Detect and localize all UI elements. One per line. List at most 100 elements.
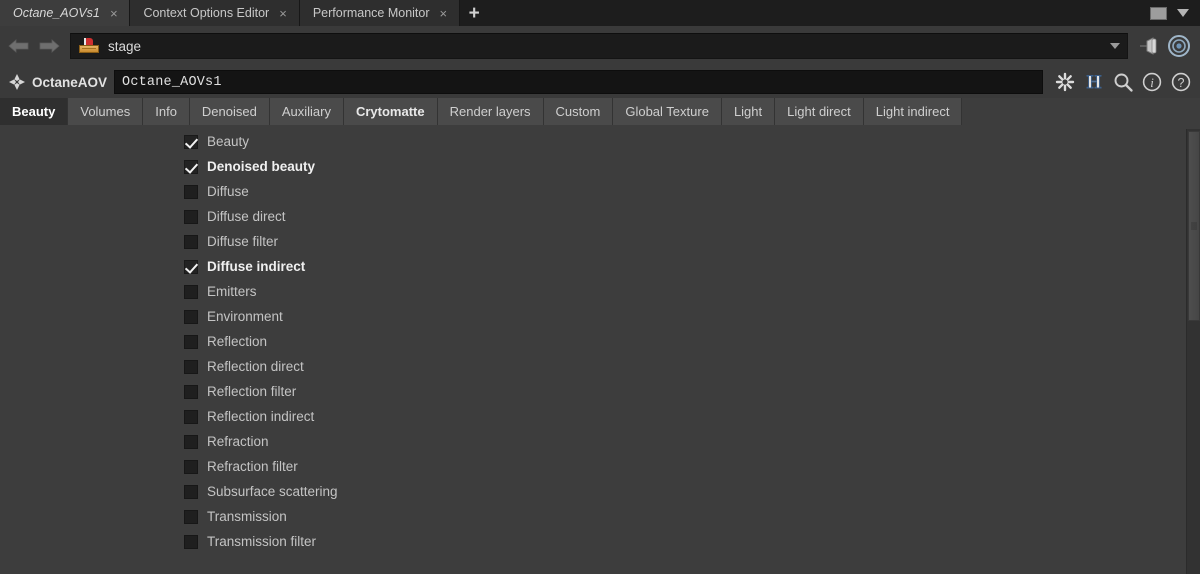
aov-label: Diffuse direct — [207, 209, 286, 224]
tab-global-texture[interactable]: Global Texture — [613, 98, 722, 125]
checkbox-denoised-beauty[interactable] — [184, 159, 198, 174]
aov-row[interactable]: Environment — [0, 304, 1200, 329]
window-tab-context-options-editor[interactable]: Context Options Editor × — [130, 0, 300, 26]
aov-label: Reflection indirect — [207, 409, 315, 424]
checkbox-transmission-filter[interactable] — [184, 534, 198, 549]
aov-row[interactable]: Diffuse — [0, 179, 1200, 204]
restore-window-icon[interactable] — [1150, 6, 1167, 20]
tab-label: Volumes — [80, 104, 131, 119]
checkbox-refraction[interactable] — [184, 434, 198, 449]
tab-label: Info — [155, 104, 177, 119]
chevron-down-icon[interactable] — [1110, 43, 1120, 49]
aov-row[interactable]: Reflection indirect — [0, 404, 1200, 429]
aov-label: Reflection direct — [207, 359, 304, 374]
gear-icon[interactable] — [1051, 69, 1078, 95]
aov-label: Transmission — [207, 509, 287, 524]
tab-custom[interactable]: Custom — [543, 98, 614, 125]
node-name-input[interactable]: Octane_AOVs1 — [114, 70, 1043, 94]
aov-row[interactable]: Transmission filter — [0, 529, 1200, 554]
checkbox-subsurface-scattering[interactable] — [184, 484, 198, 499]
tab-denoised[interactable]: Denoised — [189, 98, 270, 125]
checkbox-reflection-indirect[interactable] — [184, 409, 198, 424]
vertical-scrollbar[interactable] — [1186, 129, 1200, 574]
aov-label: Diffuse — [207, 184, 249, 199]
forward-arrow-icon[interactable] — [34, 38, 64, 54]
path-input[interactable]: stage — [70, 33, 1128, 59]
checkbox-refraction-filter[interactable] — [184, 459, 198, 474]
aov-row[interactable]: Emitters — [0, 279, 1200, 304]
tab-info[interactable]: Info — [143, 98, 190, 125]
close-icon[interactable]: × — [278, 7, 288, 20]
checkbox-emitters[interactable] — [184, 284, 198, 299]
parameter-tab-strip: Beauty Volumes Info Denoised Auxiliary Crytom… — [0, 98, 1200, 130]
aov-label: Reflection filter — [207, 384, 297, 399]
checkbox-diffuse[interactable] — [184, 184, 198, 199]
checkbox-diffuse-filter[interactable] — [184, 234, 198, 249]
aov-row[interactable]: Reflection — [0, 329, 1200, 354]
aov-list: Beauty Denoised beauty Diffuse Diffuse dire… — [0, 129, 1200, 574]
scrollbar-thumb[interactable] — [1188, 131, 1200, 321]
checkbox-diffuse-direct[interactable] — [184, 209, 198, 224]
tab-label: Crytomatte — [355, 104, 425, 119]
aov-label: Refraction — [207, 434, 269, 449]
pin-icon[interactable] — [1134, 36, 1164, 56]
search-icon[interactable] — [1109, 69, 1136, 95]
aov-label: Beauty — [207, 134, 250, 149]
close-icon[interactable]: × — [439, 7, 449, 20]
aov-row[interactable]: Beauty — [0, 129, 1200, 154]
checkbox-diffuse-indirect[interactable] — [184, 259, 198, 274]
aov-row[interactable]: Refraction — [0, 429, 1200, 454]
tab-crytomatte[interactable]: Crytomatte — [343, 98, 438, 125]
checkbox-reflection[interactable] — [184, 334, 198, 349]
checkbox-beauty[interactable] — [184, 134, 198, 149]
svg-text:?: ? — [1177, 76, 1184, 90]
tab-label: Denoised — [201, 104, 257, 119]
aov-row[interactable]: Diffuse direct — [0, 204, 1200, 229]
info-icon[interactable]: i — [1138, 69, 1165, 95]
houdini-parameter-window: Octane_AOVs1 × Context Options Editor × … — [0, 0, 1200, 574]
scrollbar-grip-icon — [1191, 222, 1197, 230]
checkbox-reflection-filter[interactable] — [184, 384, 198, 399]
help-icon[interactable]: ? — [1167, 69, 1194, 95]
tab-light[interactable]: Light — [721, 98, 776, 125]
tab-label: Beauty — [12, 104, 56, 119]
aov-row[interactable]: Diffuse indirect — [0, 254, 1200, 279]
tab-light-direct[interactable]: Light direct — [775, 98, 864, 125]
checkbox-reflection-direct[interactable] — [184, 359, 198, 374]
aov-row[interactable]: Subsurface scattering — [0, 479, 1200, 504]
aov-row[interactable]: Transmission — [0, 504, 1200, 529]
window-tab-performance-monitor[interactable]: Performance Monitor × — [299, 0, 461, 26]
close-icon[interactable]: × — [109, 7, 119, 20]
window-menu-chevron-icon[interactable] — [1177, 9, 1189, 17]
aov-label: Transmission filter — [207, 534, 317, 549]
aov-label: Emitters — [207, 284, 257, 299]
svg-text:H: H — [1086, 72, 1101, 93]
tab-bar-spacer — [488, 0, 1150, 26]
aov-row[interactable]: Denoised beauty — [0, 154, 1200, 179]
tab-volumes[interactable]: Volumes — [68, 98, 144, 125]
window-tab-octane-aovs1[interactable]: Octane_AOVs1 × — [0, 0, 131, 26]
tab-auxiliary[interactable]: Auxiliary — [269, 98, 344, 125]
aov-label: Refraction filter — [207, 459, 298, 474]
window-tab-bar: Octane_AOVs1 × Context Options Editor × … — [0, 0, 1200, 26]
aov-label: Diffuse filter — [207, 234, 279, 249]
window-tab-label: Context Options Editor — [143, 6, 270, 20]
tab-light-indirect[interactable]: Light indirect — [863, 98, 963, 125]
aov-row[interactable]: Refraction filter — [0, 454, 1200, 479]
window-tab-label: Performance Monitor — [312, 6, 430, 20]
add-tab-button[interactable]: + — [460, 0, 489, 26]
target-icon[interactable] — [1164, 34, 1194, 58]
window-tab-label: Octane_AOVs1 — [13, 6, 100, 20]
tab-strip-filler — [962, 98, 1200, 125]
aov-row[interactable]: Diffuse filter — [0, 229, 1200, 254]
houdini-h-icon[interactable]: H — [1080, 69, 1107, 95]
node-type-label: OctaneAOV — [32, 74, 108, 90]
aov-label: Subsurface scattering — [207, 484, 338, 499]
aov-row[interactable]: Reflection filter — [0, 379, 1200, 404]
tab-beauty[interactable]: Beauty — [0, 98, 69, 125]
checkbox-transmission[interactable] — [184, 509, 198, 524]
back-arrow-icon[interactable] — [4, 38, 34, 54]
tab-render-layers[interactable]: Render layers — [437, 98, 544, 125]
checkbox-environment[interactable] — [184, 309, 198, 324]
aov-row[interactable]: Reflection direct — [0, 354, 1200, 379]
